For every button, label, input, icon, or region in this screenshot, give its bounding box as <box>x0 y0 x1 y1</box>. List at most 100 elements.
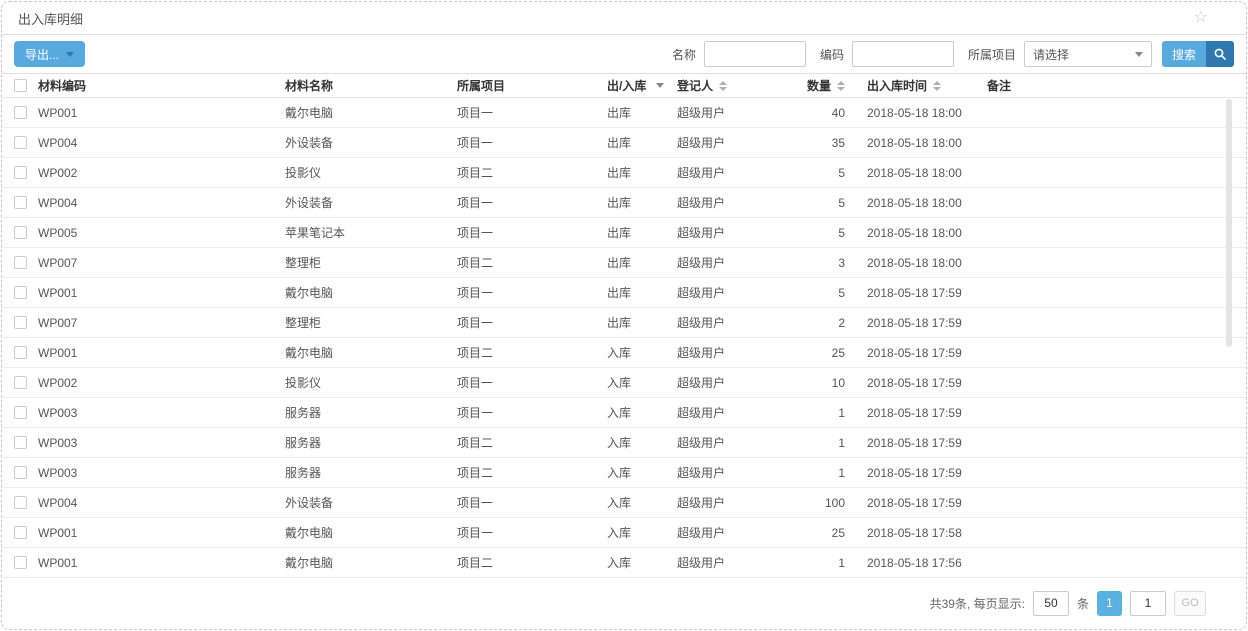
cell-material-code: WP007 <box>38 256 285 270</box>
cell-in-out: 入库 <box>607 494 677 511</box>
name-filter-input[interactable] <box>704 41 806 67</box>
cell-quantity: 40 <box>785 106 847 120</box>
cell-quantity: 35 <box>785 136 847 150</box>
cell-material-code: WP003 <box>38 406 285 420</box>
header-quantity[interactable]: 数量 <box>785 77 847 94</box>
row-checkbox[interactable] <box>14 256 27 269</box>
cell-material-name: 整理柜 <box>285 254 457 271</box>
sort-icon <box>719 81 727 91</box>
table-row[interactable]: WP005 苹果笔记本 项目一 出库 超级用户 5 2018-05-18 18:… <box>2 218 1246 248</box>
row-checkbox[interactable] <box>14 556 27 569</box>
cell-material-code: WP001 <box>38 106 285 120</box>
page-size-input[interactable] <box>1033 591 1069 616</box>
row-checkbox[interactable] <box>14 466 27 479</box>
project-select[interactable]: 请选择 <box>1024 41 1152 67</box>
cell-in-out: 出库 <box>607 254 677 271</box>
cell-material-name: 戴尔电脑 <box>285 524 457 541</box>
page-button-1[interactable]: 1 <box>1097 591 1122 616</box>
export-button-label: 导出... <box>25 46 59 63</box>
row-checkbox[interactable] <box>14 316 27 329</box>
vertical-scrollbar[interactable] <box>1226 99 1232 347</box>
cell-project: 项目二 <box>457 254 607 271</box>
table-row[interactable]: WP007 整理柜 项目一 出库 超级用户 2 2018-05-18 17:59 <box>2 308 1246 338</box>
row-checkbox[interactable] <box>14 106 27 119</box>
cell-material-code: WP002 <box>38 376 285 390</box>
code-filter-input[interactable] <box>852 41 954 67</box>
go-button[interactable]: GO <box>1174 591 1206 616</box>
table-row[interactable]: WP001 戴尔电脑 项目一 出库 超级用户 5 2018-05-18 17:5… <box>2 278 1246 308</box>
cell-material-code: WP001 <box>38 526 285 540</box>
search-button-label: 搜索 <box>1162 41 1206 67</box>
row-checkbox[interactable] <box>14 436 27 449</box>
cell-project: 项目一 <box>457 224 607 241</box>
row-checkbox[interactable] <box>14 286 27 299</box>
row-checkbox[interactable] <box>14 376 27 389</box>
table-row[interactable]: WP001 戴尔电脑 项目一 入库 超级用户 25 2018-05-18 17:… <box>2 518 1246 548</box>
header-time[interactable]: 出入库时间 <box>847 77 987 94</box>
cell-in-out: 入库 <box>607 464 677 481</box>
cell-material-name: 整理柜 <box>285 314 457 331</box>
table-row[interactable]: WP007 整理柜 项目二 出库 超级用户 3 2018-05-18 18:00 <box>2 248 1246 278</box>
row-checkbox[interactable] <box>14 136 27 149</box>
cell-material-name: 投影仪 <box>285 164 457 181</box>
select-all-checkbox[interactable] <box>14 79 27 92</box>
cell-registrant: 超级用户 <box>677 194 785 211</box>
cell-registrant: 超级用户 <box>677 464 785 481</box>
goto-page-input[interactable] <box>1130 591 1166 616</box>
table-row[interactable]: WP001 戴尔电脑 项目一 出库 超级用户 40 2018-05-18 18:… <box>2 98 1246 128</box>
header-in-out[interactable]: 出/入库 <box>607 77 677 94</box>
cell-registrant: 超级用户 <box>677 284 785 301</box>
row-checkbox[interactable] <box>14 166 27 179</box>
row-checkbox[interactable] <box>14 196 27 209</box>
search-button[interactable]: 搜索 <box>1162 41 1234 67</box>
cell-material-name: 投影仪 <box>285 374 457 391</box>
row-checkbox[interactable] <box>14 226 27 239</box>
cell-material-name: 苹果笔记本 <box>285 224 457 241</box>
cell-time: 2018-05-18 17:59 <box>847 436 987 450</box>
table-row[interactable]: WP002 投影仪 项目二 出库 超级用户 5 2018-05-18 18:00 <box>2 158 1246 188</box>
row-checkbox[interactable] <box>14 526 27 539</box>
cell-in-out: 入库 <box>607 374 677 391</box>
table-row[interactable]: WP003 服务器 项目二 入库 超级用户 1 2018-05-18 17:59 <box>2 458 1246 488</box>
cell-in-out: 出库 <box>607 284 677 301</box>
table-row[interactable]: WP004 外设装备 项目一 入库 超级用户 100 2018-05-18 17… <box>2 488 1246 518</box>
cell-registrant: 超级用户 <box>677 404 785 421</box>
table-row[interactable]: WP004 外设装备 项目一 出库 超级用户 35 2018-05-18 18:… <box>2 128 1246 158</box>
cell-time: 2018-05-18 17:59 <box>847 316 987 330</box>
row-checkbox[interactable] <box>14 496 27 509</box>
table-row[interactable]: WP001 戴尔电脑 项目二 入库 超级用户 25 2018-05-18 17:… <box>2 338 1246 368</box>
row-checkbox[interactable] <box>14 406 27 419</box>
cell-material-name: 外设装备 <box>285 194 457 211</box>
cell-quantity: 5 <box>785 286 847 300</box>
table-row[interactable]: WP001 戴尔电脑 项目二 入库 超级用户 1 2018-05-18 17:5… <box>2 548 1246 578</box>
cell-quantity: 1 <box>785 466 847 480</box>
table-row[interactable]: WP003 服务器 项目一 入库 超级用户 1 2018-05-18 17:59 <box>2 398 1246 428</box>
cell-registrant: 超级用户 <box>677 494 785 511</box>
cell-project: 项目一 <box>457 284 607 301</box>
cell-time: 2018-05-18 17:59 <box>847 406 987 420</box>
cell-time: 2018-05-18 17:56 <box>847 556 987 570</box>
cell-in-out: 入库 <box>607 554 677 571</box>
cell-time: 2018-05-18 17:59 <box>847 496 987 510</box>
cell-material-name: 服务器 <box>285 434 457 451</box>
favorite-star-icon[interactable]: ☆ <box>1194 10 1208 26</box>
cell-in-out: 入库 <box>607 524 677 541</box>
cell-quantity: 3 <box>785 256 847 270</box>
table-row[interactable]: WP003 服务器 项目二 入库 超级用户 1 2018-05-18 17:59 <box>2 428 1246 458</box>
cell-material-name: 戴尔电脑 <box>285 344 457 361</box>
export-button[interactable]: 导出... <box>14 41 85 67</box>
row-checkbox[interactable] <box>14 346 27 359</box>
filter-bar: 名称 编码 所属项目 请选择 搜索 <box>666 41 1234 67</box>
sort-icon <box>933 81 941 91</box>
cell-project: 项目一 <box>457 134 607 151</box>
cell-quantity: 5 <box>785 196 847 210</box>
filter-caret-icon <box>656 83 664 88</box>
table-row[interactable]: WP002 投影仪 项目一 入库 超级用户 10 2018-05-18 17:5… <box>2 368 1246 398</box>
header-project: 所属项目 <box>457 77 607 94</box>
header-registrant[interactable]: 登记人 <box>677 77 785 94</box>
cell-registrant: 超级用户 <box>677 104 785 121</box>
table-row[interactable]: WP004 外设装备 项目一 出库 超级用户 5 2018-05-18 18:0… <box>2 188 1246 218</box>
cell-project: 项目二 <box>457 554 607 571</box>
cell-quantity: 2 <box>785 316 847 330</box>
table-body: WP001 戴尔电脑 项目一 出库 超级用户 40 2018-05-18 18:… <box>2 98 1246 578</box>
